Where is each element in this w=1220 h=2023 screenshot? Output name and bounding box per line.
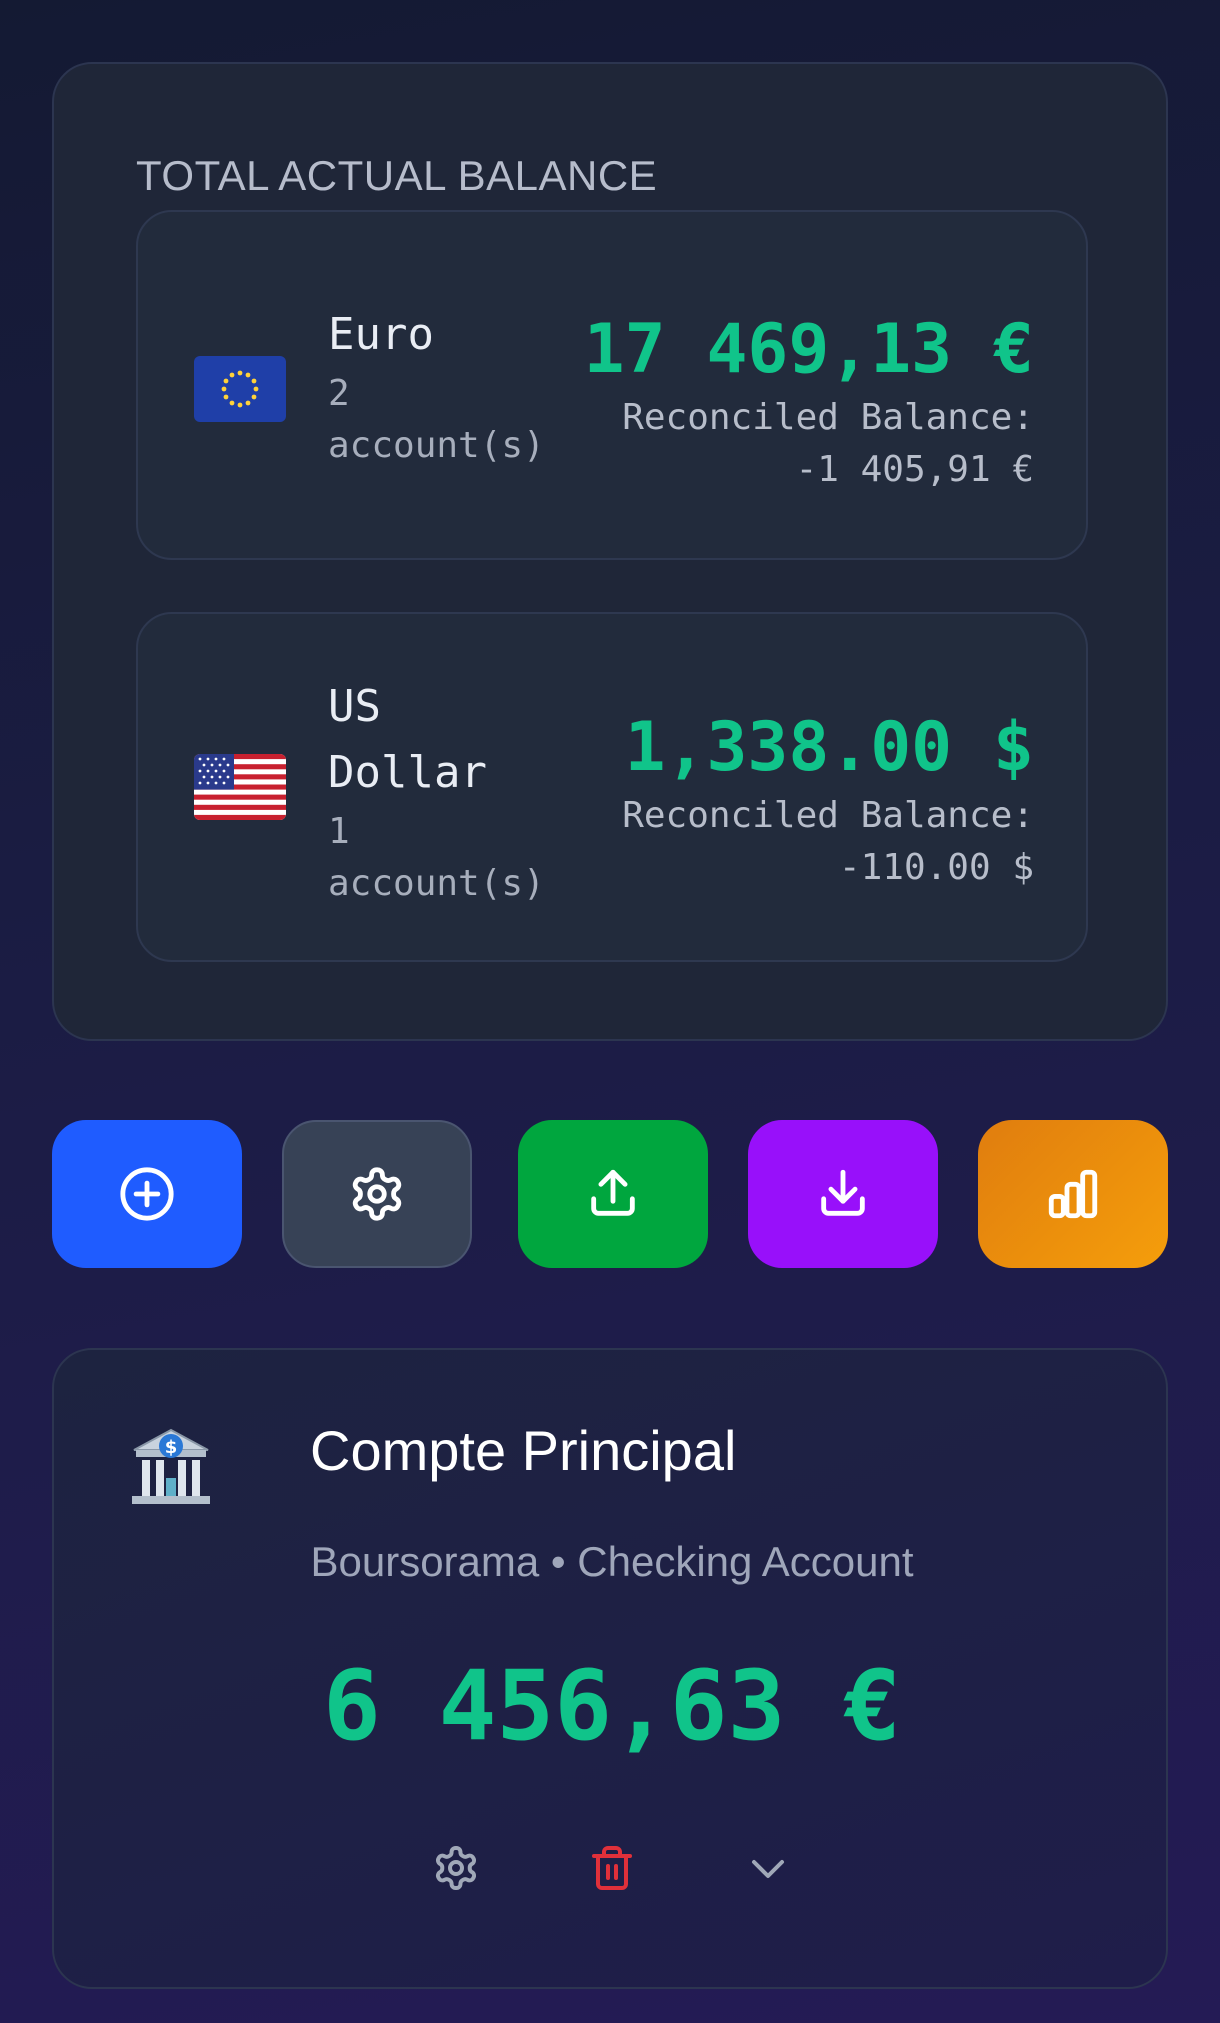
currency-card-usd[interactable]: US Dollar 1 account(s) 1,338.00 $ Reconc… [136, 612, 1088, 962]
chevron-down-icon[interactable] [744, 1844, 792, 1892]
total-balance-title: TOTAL ACTUAL BALANCE [136, 152, 658, 199]
account-balance: 6 456,63 € [323, 1650, 901, 1762]
reconciled-label: Reconciled Balance: [622, 397, 1034, 438]
gear-icon [352, 1167, 402, 1221]
reconciled-label: Reconciled Balance: [622, 795, 1034, 836]
currency-amount: 17 469,13 € [583, 310, 1034, 389]
export-button[interactable] [518, 1120, 708, 1268]
gear-icon[interactable] [432, 1844, 480, 1892]
reconciled-value: -1 405,91 € [795, 449, 1034, 490]
action-toolbar [52, 1120, 1168, 1268]
plus-circle-icon [120, 1167, 174, 1221]
add-account-button[interactable] [52, 1120, 242, 1268]
bar-chart-icon [1048, 1169, 1098, 1219]
currency-name-line-2: Dollar [328, 747, 487, 798]
account-count-label: account(s) [328, 425, 545, 466]
currency-balance-euro: 17 469,13 € Reconciled Balance: -1 405,9… [584, 308, 1034, 496]
account-count-label: account(s) [328, 863, 545, 904]
account-count: 2 [328, 373, 350, 414]
settings-button[interactable] [282, 1120, 472, 1268]
currency-balance-usd: 1,338.00 $ Reconciled Balance: -110.00 $ [622, 706, 1034, 894]
account-card[interactable]: $ Compte Principal Boursorama • Checking… [52, 1348, 1168, 1989]
account-name: Compte Principal [310, 1419, 737, 1482]
import-button[interactable] [748, 1120, 938, 1268]
currency-info-euro: Euro 2 account(s) [328, 302, 545, 472]
account-subtitle: Boursorama • Checking Account [310, 1538, 914, 1585]
eu-flag-icon [194, 356, 286, 422]
currency-card-euro[interactable]: Euro 2 account(s) 17 469,13 € Reconciled… [136, 210, 1088, 560]
reconciled-value: -110.00 $ [838, 847, 1034, 888]
total-balance-panel: TOTAL ACTUAL BALANCE Euro 2 account(s) 1… [52, 62, 1168, 1041]
svg-text:$: $ [165, 1437, 178, 1458]
currency-info-usd: US Dollar 1 account(s) [328, 674, 545, 910]
us-flag-icon [194, 754, 286, 820]
account-count: 1 [328, 811, 350, 852]
trash-icon[interactable] [588, 1844, 636, 1892]
bank-icon: $ [132, 1428, 210, 1504]
upload-icon [591, 1169, 635, 1216]
currency-name: Euro [328, 309, 434, 360]
statistics-button[interactable] [978, 1120, 1168, 1268]
currency-amount: 1,338.00 $ [624, 708, 1034, 787]
currency-name-line-1: US [328, 681, 381, 732]
download-icon [821, 1169, 865, 1216]
